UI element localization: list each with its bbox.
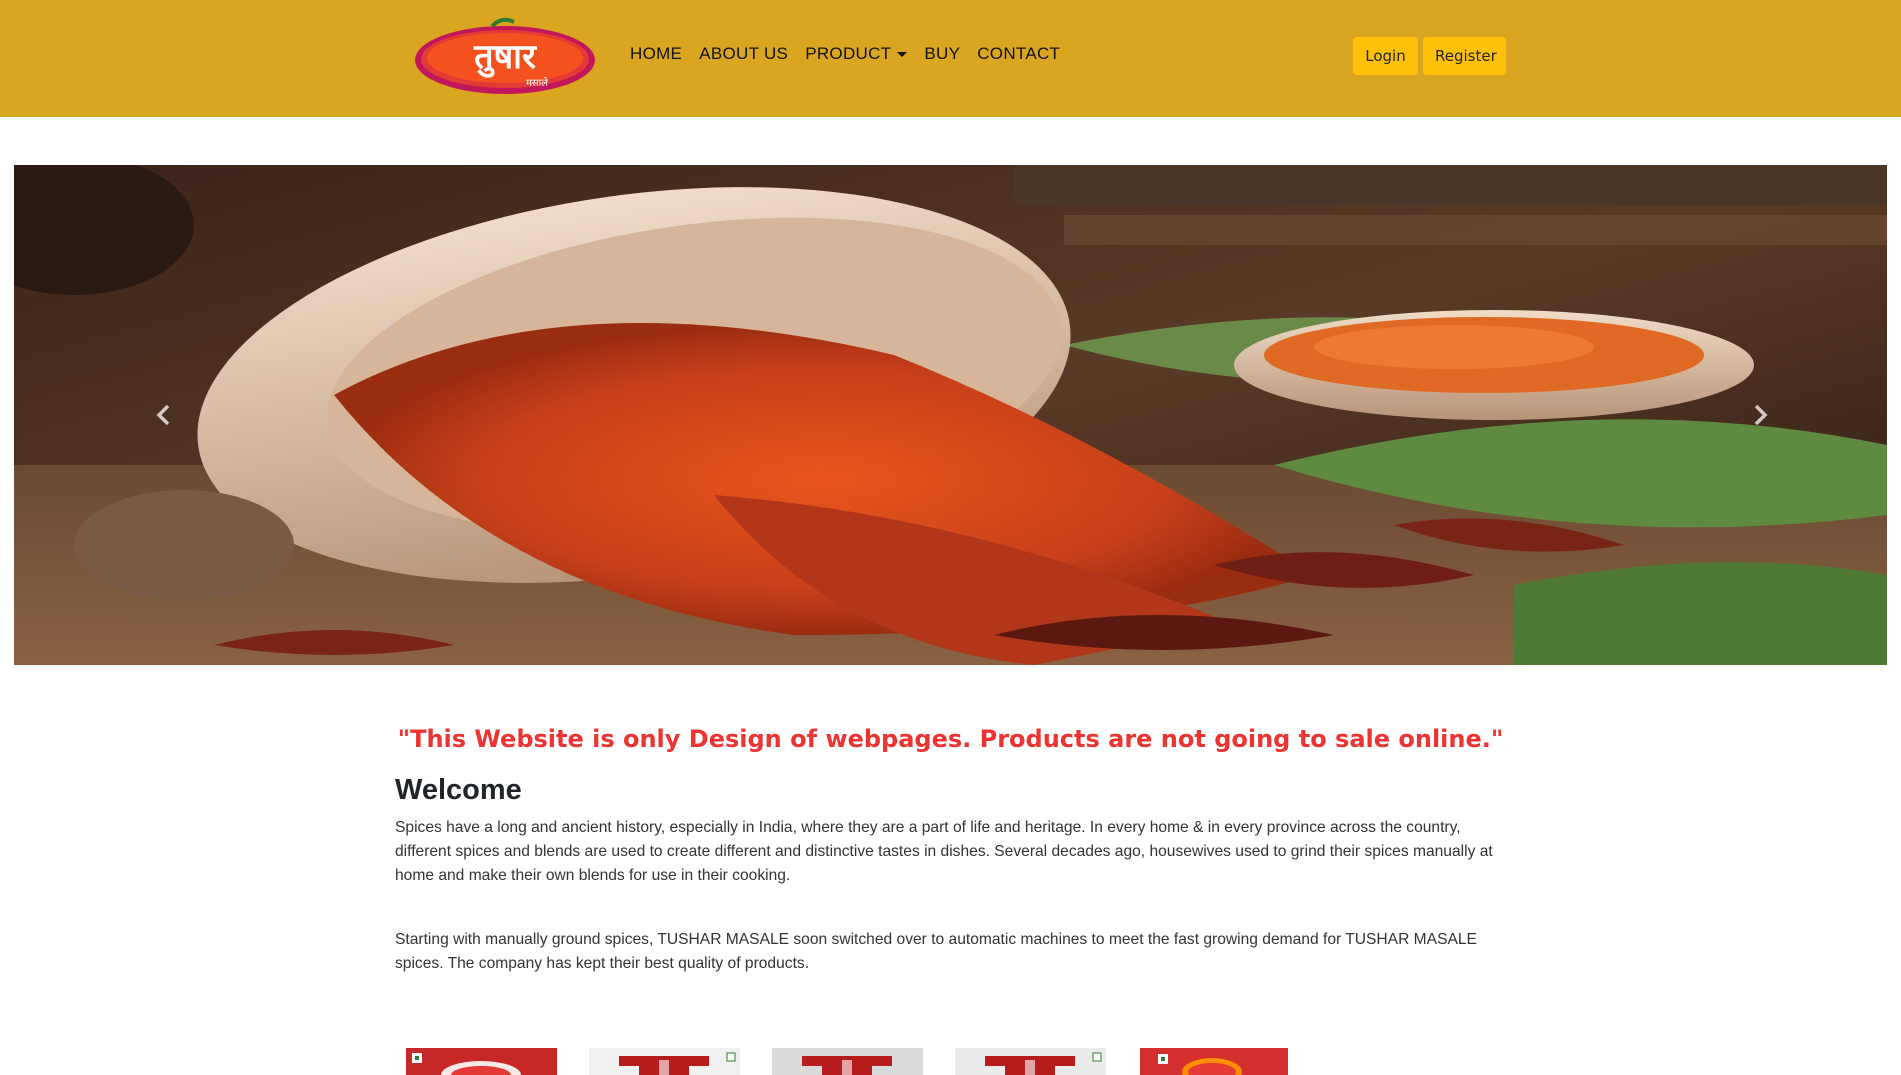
nav-about-label: ABOUT US xyxy=(699,44,789,63)
brand-logo[interactable]: तुषार मसाले xyxy=(412,16,598,98)
carousel-next-button[interactable] xyxy=(1690,165,1830,665)
product-thumb[interactable] xyxy=(1140,1048,1291,1075)
carousel-prev-button[interactable] xyxy=(94,165,234,665)
chevron-left-icon xyxy=(156,404,170,426)
welcome-heading: Welcome xyxy=(395,774,522,806)
product-thumb[interactable] xyxy=(406,1048,557,1075)
nav-home-label: HOME xyxy=(630,44,683,63)
company-paragraph: Starting with manually ground spices, TU… xyxy=(395,931,1477,972)
nav-buy[interactable]: BUY xyxy=(924,44,960,64)
logo-icon: तुषार मसाले xyxy=(415,17,595,94)
product-pack-icon xyxy=(589,1048,740,1075)
product-thumb[interactable] xyxy=(955,1048,1106,1075)
product-thumb[interactable] xyxy=(772,1048,923,1075)
disclaimer-notice: "This Website is only Design of webpages… xyxy=(397,725,1504,753)
product-pack-icon xyxy=(406,1048,557,1075)
product-pack-icon xyxy=(955,1048,1106,1075)
logo-text: तुषार xyxy=(473,37,537,78)
nav-home[interactable]: HOME xyxy=(630,44,682,64)
logo-subtext: मसाले xyxy=(526,77,548,89)
hero-image xyxy=(14,165,1887,665)
nav-product-dropdown[interactable]: PRODUCT xyxy=(805,44,908,64)
intro-paragraph: Spices have a long and ancient history, … xyxy=(395,819,1493,884)
login-button[interactable]: Login xyxy=(1353,37,1418,75)
register-button[interactable]: Register xyxy=(1423,37,1506,75)
product-pack-icon xyxy=(1140,1048,1288,1075)
nav-contact[interactable]: CONTACT xyxy=(977,44,1060,64)
nav-about-us[interactable]: ABOUT US xyxy=(699,44,788,64)
product-thumbnails xyxy=(0,1048,1901,1075)
site-header: तुषार मसाले HOME ABOUT US PRODUCT BUY CO… xyxy=(0,0,1901,117)
nav-product-label: PRODUCT xyxy=(805,44,892,63)
product-pack-icon xyxy=(772,1048,923,1075)
caret-down-icon xyxy=(897,51,908,57)
product-thumb[interactable] xyxy=(589,1048,740,1075)
nav-contact-label: CONTACT xyxy=(977,44,1061,63)
chevron-right-icon xyxy=(1754,404,1768,426)
nav-buy-label: BUY xyxy=(924,44,961,63)
main-nav: HOME ABOUT US PRODUCT BUY CONTACT xyxy=(630,44,1077,64)
hero-carousel xyxy=(14,165,1887,665)
